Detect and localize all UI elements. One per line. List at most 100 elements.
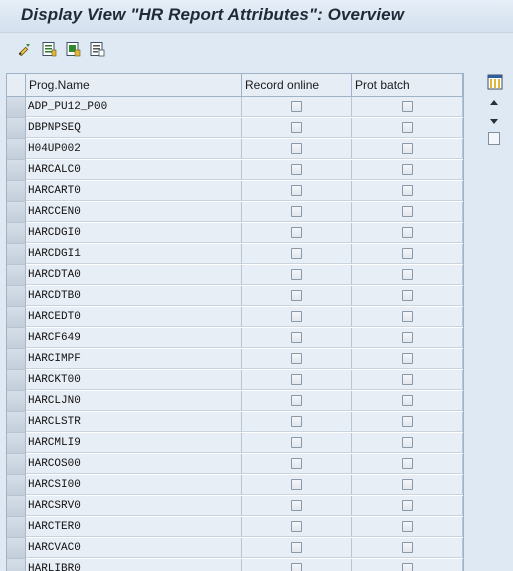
prot-batch-checkbox[interactable] xyxy=(402,164,413,175)
row-selector[interactable] xyxy=(7,202,26,223)
prot-batch-checkbox[interactable] xyxy=(402,101,413,112)
row-selector[interactable] xyxy=(7,454,26,475)
table-row[interactable]: HARCEDT0 xyxy=(7,307,463,328)
row-selector[interactable] xyxy=(7,328,26,349)
prot-batch-checkbox[interactable] xyxy=(402,290,413,301)
row-selector[interactable] xyxy=(7,244,26,265)
table-row[interactable]: HARCIMPF xyxy=(7,349,463,370)
row-selector[interactable] xyxy=(7,286,26,307)
record-online-checkbox[interactable] xyxy=(291,500,302,511)
record-online-checkbox[interactable] xyxy=(291,458,302,469)
row-selector[interactable] xyxy=(7,391,26,412)
column-header-prot-batch[interactable]: Prot batch xyxy=(352,74,463,96)
table-row[interactable]: HARCDGI1 xyxy=(7,244,463,265)
row-selector[interactable] xyxy=(7,517,26,538)
record-online-checkbox[interactable] xyxy=(291,311,302,322)
record-online-checkbox[interactable] xyxy=(291,227,302,238)
row-selector[interactable] xyxy=(7,307,26,328)
table-row[interactable]: HARCDGI0 xyxy=(7,223,463,244)
row-selector[interactable] xyxy=(7,433,26,454)
deselect-all-icon[interactable] xyxy=(89,41,105,57)
record-online-checkbox[interactable] xyxy=(291,185,302,196)
table-row[interactable]: HARCDTA0 xyxy=(7,265,463,286)
record-online-checkbox[interactable] xyxy=(291,248,302,259)
record-online-checkbox[interactable] xyxy=(291,332,302,343)
row-selector[interactable] xyxy=(7,370,26,391)
table-row[interactable]: HARCF649 xyxy=(7,328,463,349)
prot-batch-checkbox[interactable] xyxy=(402,416,413,427)
table-row[interactable]: HARCLJN0 xyxy=(7,391,463,412)
scroll-up-icon[interactable] xyxy=(490,100,498,105)
row-selector[interactable] xyxy=(7,223,26,244)
vertical-scrollbar[interactable] xyxy=(486,73,504,570)
details-icon[interactable] xyxy=(41,41,57,57)
table-row[interactable]: HARCOS00 xyxy=(7,454,463,475)
row-selector[interactable] xyxy=(7,412,26,433)
select-all-icon[interactable] xyxy=(65,41,81,57)
table-row[interactable]: HARCTER0 xyxy=(7,517,463,538)
record-online-checkbox[interactable] xyxy=(291,542,302,553)
table-row[interactable]: HARCSRV0 xyxy=(7,496,463,517)
prot-batch-checkbox[interactable] xyxy=(402,374,413,385)
record-online-checkbox[interactable] xyxy=(291,353,302,364)
table-row[interactable]: HARCVAC0 xyxy=(7,538,463,559)
prot-batch-checkbox[interactable] xyxy=(402,206,413,217)
row-selector[interactable] xyxy=(7,496,26,517)
table-row[interactable]: HARCDTB0 xyxy=(7,286,463,307)
record-online-checkbox[interactable] xyxy=(291,269,302,280)
record-online-checkbox[interactable] xyxy=(291,143,302,154)
select-all-rows-header[interactable] xyxy=(7,74,26,96)
record-online-checkbox[interactable] xyxy=(291,479,302,490)
prot-batch-checkbox[interactable] xyxy=(402,542,413,553)
record-online-checkbox[interactable] xyxy=(291,206,302,217)
row-selector[interactable] xyxy=(7,265,26,286)
record-online-checkbox[interactable] xyxy=(291,395,302,406)
row-selector[interactable] xyxy=(7,181,26,202)
table-row[interactable]: HARCSI00 xyxy=(7,475,463,496)
table-row[interactable]: HARCALC0 xyxy=(7,160,463,181)
record-online-checkbox[interactable] xyxy=(291,437,302,448)
row-selector[interactable] xyxy=(7,538,26,559)
record-online-checkbox[interactable] xyxy=(291,164,302,175)
table-row[interactable]: HARCLSTR xyxy=(7,412,463,433)
record-online-checkbox[interactable] xyxy=(291,101,302,112)
row-selector[interactable] xyxy=(7,559,26,571)
prot-batch-checkbox[interactable] xyxy=(402,269,413,280)
table-row[interactable]: HARCMLI9 xyxy=(7,433,463,454)
record-online-checkbox[interactable] xyxy=(291,290,302,301)
row-selector[interactable] xyxy=(7,97,26,118)
table-row[interactable]: HARCART0 xyxy=(7,181,463,202)
table-row[interactable]: H04UP002 xyxy=(7,139,463,160)
display-change-icon[interactable] xyxy=(17,41,33,57)
prot-batch-checkbox[interactable] xyxy=(402,248,413,259)
prot-batch-checkbox[interactable] xyxy=(402,395,413,406)
prot-batch-checkbox[interactable] xyxy=(402,227,413,238)
prot-batch-checkbox[interactable] xyxy=(402,437,413,448)
prot-batch-checkbox[interactable] xyxy=(402,500,413,511)
row-selector[interactable] xyxy=(7,475,26,496)
scroll-thumb[interactable] xyxy=(488,132,500,145)
column-header-prog-name[interactable]: Prog.Name xyxy=(26,74,242,96)
prot-batch-checkbox[interactable] xyxy=(402,122,413,133)
row-selector[interactable] xyxy=(7,160,26,181)
table-row[interactable]: HARCKT00 xyxy=(7,370,463,391)
prot-batch-checkbox[interactable] xyxy=(402,521,413,532)
scroll-down-icon[interactable] xyxy=(490,119,498,124)
table-row[interactable]: DBPNPSEQ xyxy=(7,118,463,139)
table-row[interactable]: HARCCEN0 xyxy=(7,202,463,223)
column-header-record-online[interactable]: Record online xyxy=(242,74,352,96)
row-selector[interactable] xyxy=(7,349,26,370)
prot-batch-checkbox[interactable] xyxy=(402,332,413,343)
prot-batch-checkbox[interactable] xyxy=(402,479,413,490)
record-online-checkbox[interactable] xyxy=(291,416,302,427)
prot-batch-checkbox[interactable] xyxy=(402,143,413,154)
record-online-checkbox[interactable] xyxy=(291,122,302,133)
prot-batch-checkbox[interactable] xyxy=(402,353,413,364)
table-settings-icon[interactable] xyxy=(487,74,503,90)
prot-batch-checkbox[interactable] xyxy=(402,458,413,469)
prot-batch-checkbox[interactable] xyxy=(402,185,413,196)
row-selector[interactable] xyxy=(7,139,26,160)
record-online-checkbox[interactable] xyxy=(291,374,302,385)
row-selector[interactable] xyxy=(7,118,26,139)
record-online-checkbox[interactable] xyxy=(291,521,302,532)
